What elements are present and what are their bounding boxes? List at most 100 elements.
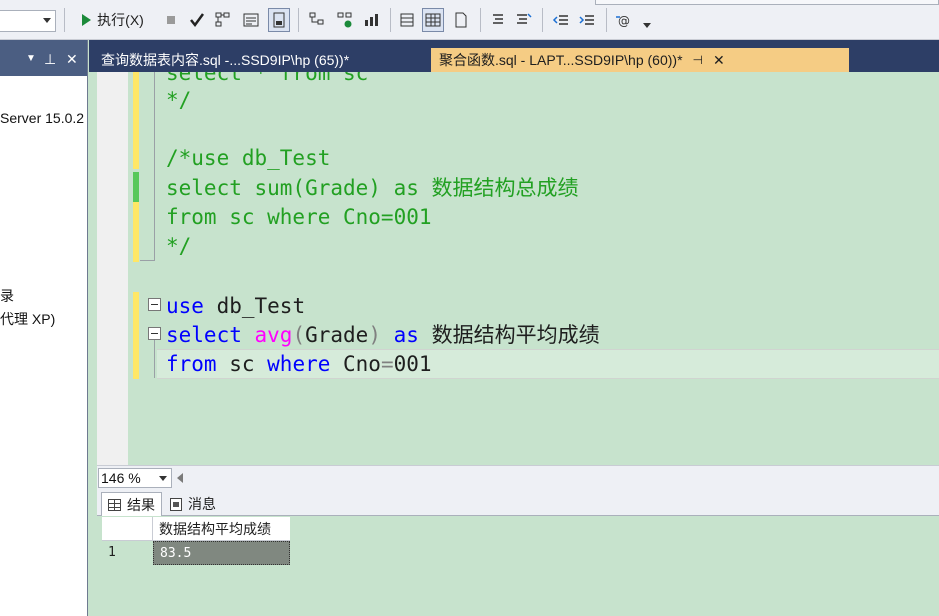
indent-icon	[579, 15, 594, 25]
change-marker	[133, 172, 139, 202]
chevron-down-icon	[643, 22, 651, 28]
object-explorer-panel: ▼ ⊥ ✕ Server 15.0.2 录 代理 XP)	[0, 40, 88, 616]
chevron-down-icon[interactable]: ▼	[26, 53, 36, 64]
check-icon	[190, 13, 205, 28]
editor-margin	[97, 72, 128, 465]
live-stats-icon	[337, 12, 352, 28]
svg-text:@: @	[618, 14, 630, 28]
tab-results[interactable]: 结果	[101, 492, 162, 516]
results-tab-bar: 结果 消息	[97, 489, 939, 516]
ssms-window: 执行(X) @ ▼ ⊥ ✕ Server 15.0.2 录 代理 XP) 查询数…	[0, 0, 939, 616]
zoom-value: 146 %	[101, 470, 141, 486]
grid-icon	[108, 498, 121, 511]
scroll-left-icon[interactable]	[177, 473, 183, 483]
decrease-indent-button[interactable]	[550, 8, 572, 32]
code-line-use: use db_Test	[166, 294, 306, 318]
table-icon	[425, 13, 441, 27]
client-stats-button[interactable]	[360, 8, 382, 32]
chevron-down-icon	[159, 476, 167, 481]
tab-aggregate-functions[interactable]: 聚合函数.sql - LAPT...SSD9IP\hp (60))* ⊣ ✕	[431, 48, 849, 72]
close-icon[interactable]: ✕	[66, 51, 78, 68]
specify-values-button[interactable]: @	[614, 8, 636, 32]
tree-item-agent[interactable]: 代理 XP)	[0, 309, 55, 329]
file-icon	[455, 12, 467, 28]
execute-label: 执行(X)	[97, 12, 144, 28]
uncomment-button[interactable]	[512, 8, 534, 32]
comment-button[interactable]	[486, 8, 508, 32]
toolbar-edge	[595, 0, 939, 5]
stop-button[interactable]	[160, 8, 182, 32]
tree-item-server[interactable]: Server 15.0.2	[0, 110, 84, 126]
tab-results-label: 结果	[127, 496, 155, 513]
code-line: */	[166, 234, 192, 258]
toolbar-overflow-button[interactable]	[640, 8, 654, 32]
toolbar: 执行(X) @	[0, 0, 939, 40]
editor-status-bar: 146 %	[97, 465, 939, 489]
at-icon: @	[616, 14, 630, 28]
live-stats-button[interactable]	[334, 8, 356, 32]
plan-include-icon	[309, 12, 324, 25]
object-explorer-header: ▼ ⊥ ✕	[0, 40, 87, 76]
play-icon	[82, 14, 92, 26]
chevron-down-icon	[43, 18, 51, 23]
toolbar-separator	[480, 8, 481, 32]
grid-icon	[400, 13, 414, 27]
code-line: select sum(Grade) as 数据结构总成绩	[166, 176, 579, 200]
code-line: select * from sc	[166, 72, 369, 85]
change-marker	[133, 292, 139, 379]
display-plan-button[interactable]	[212, 8, 234, 32]
database-combo[interactable]	[0, 10, 56, 32]
toolbar-separator	[390, 8, 391, 32]
code-line: */	[166, 88, 192, 112]
tree-item-logins[interactable]: 录	[0, 286, 14, 306]
uncomment-lines-icon	[517, 13, 532, 24]
code-line-select: select avg(Grade) as 数据结构平均成绩	[166, 323, 600, 347]
fold-toggle[interactable]	[148, 298, 161, 311]
row-header[interactable]: 1	[102, 541, 153, 565]
client-stats-icon	[365, 14, 378, 26]
results-to-file-button[interactable]	[450, 8, 472, 32]
change-marker	[133, 202, 139, 262]
grid-corner[interactable]	[102, 517, 153, 541]
results-file-button[interactable]	[268, 8, 290, 32]
toolbar-separator	[298, 8, 299, 32]
toolbar-separator	[64, 8, 65, 32]
text-results-icon	[243, 13, 259, 27]
increase-indent-button[interactable]	[576, 8, 598, 32]
execute-button[interactable]: 执行(X)	[72, 8, 154, 32]
fold-toggle[interactable]	[148, 327, 161, 340]
column-header[interactable]: 数据结构平均成绩	[153, 517, 290, 541]
results-to-grid-button[interactable]	[422, 8, 444, 32]
document-tab-bar: 查询数据表内容.sql -...SSD9IP\hp (65))* 聚合函数.sq…	[89, 40, 939, 72]
parse-button[interactable]	[186, 8, 208, 32]
tab-messages-label: 消息	[188, 496, 216, 512]
sql-editor[interactable]: select * from sc */ /*use db_Test select…	[97, 72, 939, 465]
pin-icon[interactable]: ⊥	[44, 51, 56, 68]
include-plan-button[interactable]	[306, 8, 328, 32]
toolbar-separator	[606, 8, 607, 32]
outdent-icon	[552, 15, 568, 25]
stop-icon	[167, 16, 175, 24]
zoom-select[interactable]: 146 %	[98, 468, 172, 488]
comment-lines-icon	[493, 14, 503, 24]
pin-icon[interactable]: ⊣	[693, 53, 703, 67]
plan-icon	[215, 12, 230, 27]
code-line-from: from sc where Cno=001	[166, 352, 432, 376]
tab-messages[interactable]: 消息	[164, 492, 222, 516]
results-text-button[interactable]	[240, 8, 262, 32]
tab-query-table-content[interactable]: 查询数据表内容.sql -...SSD9IP\hp (65))*	[93, 48, 419, 72]
close-icon[interactable]: ✕	[713, 52, 725, 69]
result-cell[interactable]: 83.5	[153, 541, 290, 565]
file-results-icon	[273, 12, 285, 28]
code-line: /*use db_Test	[166, 146, 331, 170]
outline-guide	[140, 260, 155, 261]
tab-label: 查询数据表内容.sql -...SSD9IP\hp (65))*	[101, 52, 350, 68]
code-line: from sc where Cno=001	[166, 205, 432, 229]
tab-label: 聚合函数.sql - LAPT...SSD9IP\hp (60))*	[439, 52, 683, 68]
outline-guide	[154, 72, 155, 261]
results-grid-button[interactable]	[396, 8, 418, 32]
toolbar-separator	[542, 8, 543, 32]
results-pane: 结果 消息 数据结构平均成绩 1 83.5	[97, 489, 939, 616]
change-marker	[133, 72, 139, 169]
message-icon	[170, 497, 182, 511]
